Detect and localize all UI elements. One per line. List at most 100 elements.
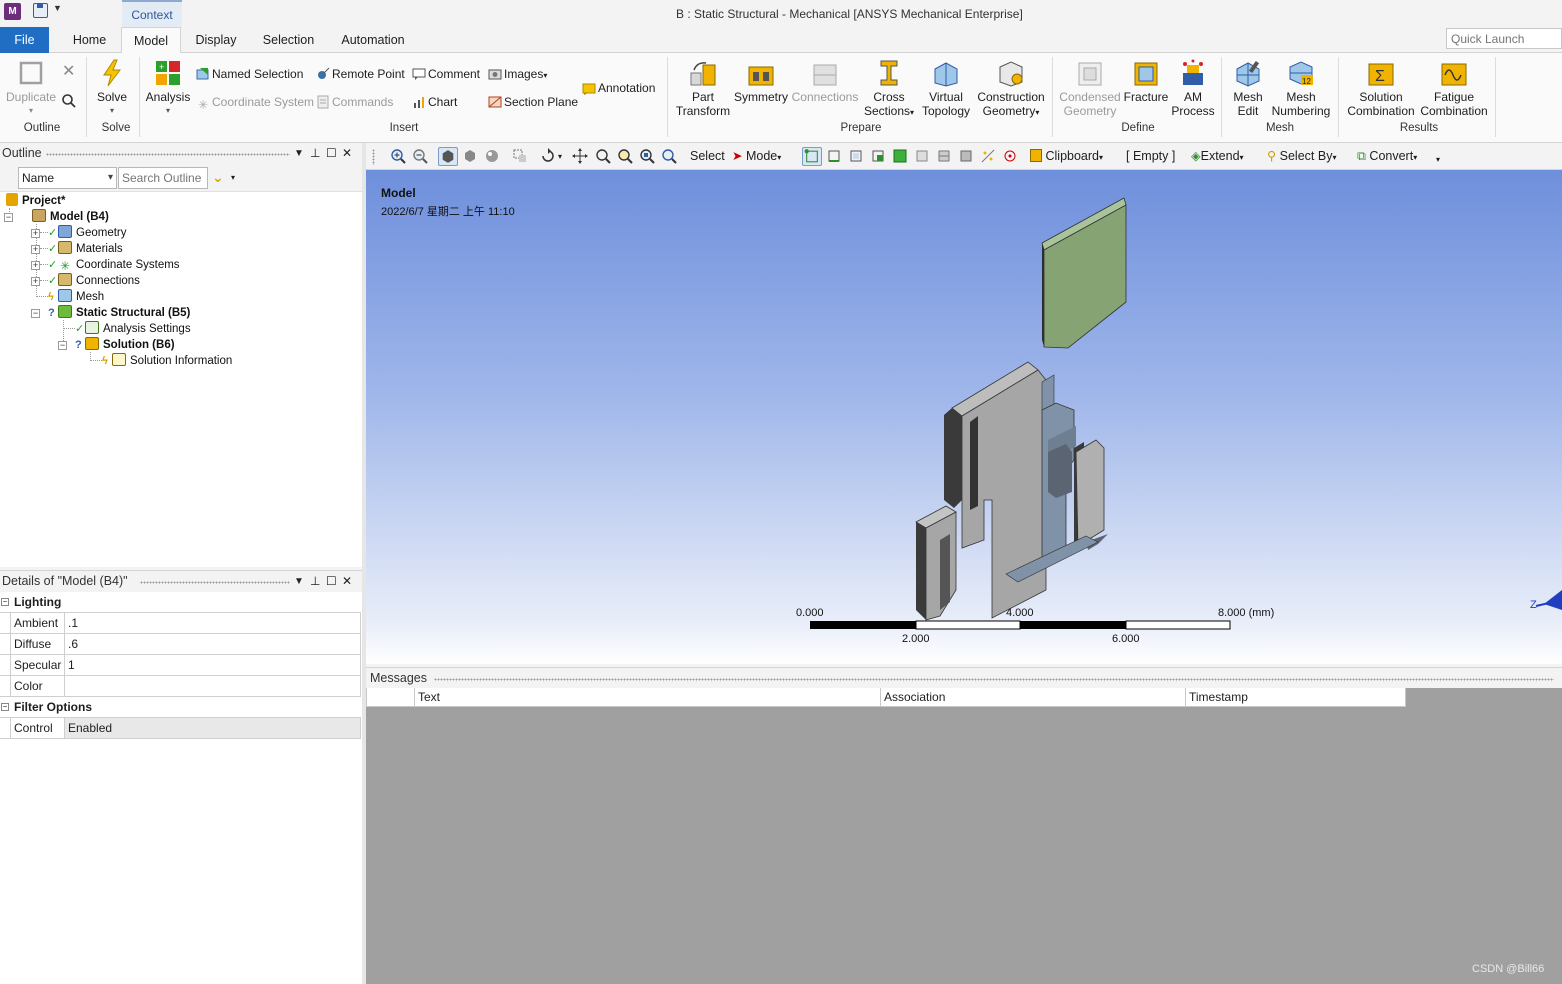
search-outline-input[interactable]: [118, 167, 208, 189]
pin-icon[interactable]: ⊥: [310, 574, 320, 588]
select-vertex-icon[interactable]: [802, 147, 822, 166]
pin-icon[interactable]: ⊥: [310, 146, 320, 160]
magnifier-window-icon[interactable]: [661, 148, 677, 164]
quick-access-dropdown-icon[interactable]: ▼: [53, 3, 62, 13]
column-header-timestamp[interactable]: Timestamp: [1185, 688, 1406, 707]
select-label[interactable]: Select: [690, 148, 725, 165]
select-element-face-icon[interactable]: [914, 148, 930, 164]
details-row-value[interactable]: [64, 676, 361, 696]
save-icon[interactable]: [33, 3, 48, 18]
commands-button[interactable]: Commands: [316, 94, 393, 110]
extend-button[interactable]: ◈Extend▾: [1191, 148, 1244, 165]
expand-icon[interactable]: +: [31, 277, 40, 286]
tree-item-solution[interactable]: ? Solution (B6): [75, 337, 175, 353]
tab-selection[interactable]: Selection: [256, 27, 321, 53]
wireframe-view-icon[interactable]: [462, 148, 478, 164]
construction-geometry-button[interactable]: Construction Geometry▾: [974, 59, 1048, 120]
solve-button[interactable]: Solve ▾: [92, 59, 132, 118]
select-face-icon[interactable]: [848, 148, 864, 164]
pan-icon[interactable]: [572, 148, 588, 164]
expand-icon[interactable]: +: [31, 245, 40, 254]
delete-icon[interactable]: ✕: [62, 64, 75, 80]
tree-item-model[interactable]: Model (B4): [32, 209, 109, 225]
mesh-numbering-button[interactable]: 12 Mesh Numbering: [1270, 59, 1332, 118]
convert-button[interactable]: ⧉ Convert▾: [1357, 148, 1417, 165]
zoom-fit-icon[interactable]: [639, 148, 655, 164]
model-geometry[interactable]: [366, 170, 1562, 664]
mesh-edit-button[interactable]: Mesh Edit: [1226, 59, 1270, 118]
zoom-in-icon[interactable]: [390, 148, 406, 164]
tree-item-coordinate-systems[interactable]: ✓ ✳ Coordinate Systems: [48, 257, 180, 273]
select-coordinates-icon[interactable]: [980, 148, 996, 164]
panel-menu-icon[interactable]: ▼: [294, 148, 304, 159]
connections-button[interactable]: Connections: [790, 59, 860, 104]
duplicate-button[interactable]: Duplicate ▾: [4, 59, 58, 118]
tab-display[interactable]: Display: [188, 27, 244, 53]
comment-button[interactable]: Comment: [412, 66, 480, 82]
tab-model[interactable]: Model: [121, 27, 181, 54]
messages-list[interactable]: [366, 707, 1562, 984]
column-header-text[interactable]: Text: [414, 688, 880, 707]
details-row-value[interactable]: .1: [64, 613, 361, 633]
toolbar-grip[interactable]: [372, 149, 375, 165]
select-mode-button[interactable]: ➤ Mode▾: [732, 148, 781, 165]
select-mesh-icon[interactable]: [958, 148, 974, 164]
chart-button[interactable]: Chart: [412, 94, 457, 110]
symmetry-button[interactable]: Symmetry: [733, 59, 789, 104]
zoom-out-icon[interactable]: [412, 148, 428, 164]
tree-item-geometry[interactable]: ✓ Geometry: [48, 225, 127, 241]
annotation-button[interactable]: Annotation: [582, 80, 655, 96]
section-plane-button[interactable]: Section Plane: [488, 94, 578, 110]
graphics-viewport[interactable]: Model 2022/6/7 星期二 上午 11:10 0.000 4.000: [366, 170, 1562, 664]
select-element-icon[interactable]: [936, 148, 952, 164]
select-by-button[interactable]: ⚲ Select By▾: [1267, 148, 1336, 165]
fracture-button[interactable]: Fracture: [1122, 59, 1170, 104]
quick-launch-input[interactable]: [1446, 28, 1562, 49]
tree-item-connections[interactable]: ✓ Connections: [48, 273, 140, 289]
expand-icon[interactable]: +: [31, 229, 40, 238]
tab-home[interactable]: Home: [62, 27, 117, 53]
rotate-dropdown-icon[interactable]: ▾: [558, 148, 562, 165]
select-node-icon[interactable]: [892, 148, 908, 164]
tree-item-project[interactable]: Project*: [6, 193, 65, 209]
details-section-filter-options[interactable]: − Filter Options: [0, 697, 361, 718]
named-selection-button[interactable]: Named Selection: [196, 66, 303, 82]
details-section-lighting[interactable]: − Lighting: [0, 592, 361, 613]
tree-item-static-structural[interactable]: ? Static Structural (B5): [48, 305, 190, 321]
select-body-icon[interactable]: [870, 148, 886, 164]
collapse-icon[interactable]: −: [1, 703, 9, 711]
tree-item-materials[interactable]: ✓ Materials: [48, 241, 123, 257]
maximize-icon[interactable]: ☐: [326, 574, 337, 588]
clipboard-button[interactable]: Clipboard▾: [1030, 148, 1103, 165]
panel-grip[interactable]: [434, 678, 1554, 681]
remote-point-button[interactable]: Remote Point: [316, 66, 405, 82]
select-edge-icon[interactable]: [826, 148, 842, 164]
close-icon[interactable]: ✕: [342, 146, 352, 160]
search-icon[interactable]: [61, 93, 77, 109]
box-zoom-icon[interactable]: [512, 148, 528, 164]
zoom-icon[interactable]: [595, 148, 611, 164]
close-icon[interactable]: ✕: [342, 574, 352, 588]
am-process-button[interactable]: AM Process: [1170, 59, 1216, 118]
tree-item-mesh[interactable]: ϟ Mesh: [48, 289, 104, 305]
fatigue-combination-button[interactable]: Fatigue Combination: [1418, 59, 1490, 118]
collapse-icon[interactable]: −: [1, 598, 9, 606]
condensed-geometry-button[interactable]: Condensed Geometry: [1058, 59, 1122, 118]
part-transform-button[interactable]: Part Transform: [673, 59, 733, 118]
tab-file[interactable]: File: [0, 27, 49, 53]
panel-menu-icon[interactable]: ▼: [294, 576, 304, 587]
tree-item-solution-information[interactable]: ϟ Solution Information: [102, 353, 232, 369]
name-filter-select[interactable]: Name: [18, 167, 117, 189]
collapse-icon[interactable]: −: [4, 213, 13, 222]
details-row-value[interactable]: 1: [64, 655, 361, 675]
rotate-icon[interactable]: [540, 148, 556, 164]
details-row-value[interactable]: .6: [64, 634, 361, 654]
maximize-icon[interactable]: ☐: [326, 146, 337, 160]
tree-item-analysis-settings[interactable]: ✓ Analysis Settings: [75, 321, 191, 337]
coordinate-system-button[interactable]: ✳ Coordinate System: [196, 94, 314, 112]
app-icon[interactable]: M: [4, 3, 21, 20]
images-button[interactable]: Images▾: [488, 66, 547, 82]
solution-combination-button[interactable]: Σ Solution Combination: [1343, 59, 1419, 118]
filter-dropdown-icon[interactable]: ▾: [231, 173, 235, 182]
column-header-association[interactable]: Association: [880, 688, 1185, 707]
